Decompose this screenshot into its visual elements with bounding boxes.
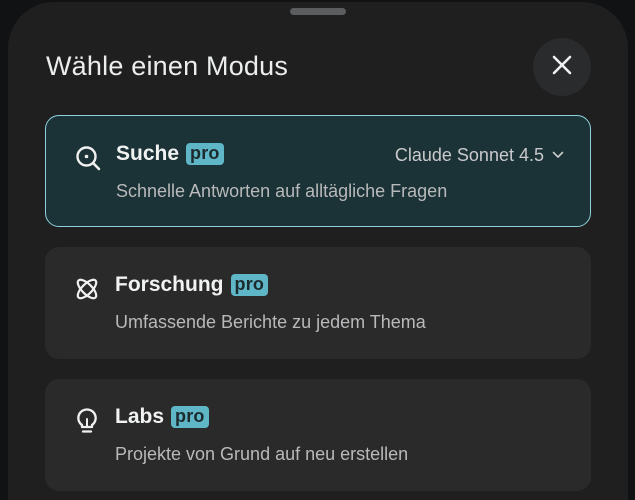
pro-badge: pro	[230, 274, 269, 296]
mode-title: Forschung	[115, 273, 224, 296]
sheet-title: Wähle einen Modus	[46, 51, 289, 81]
mode-card-header: Labs pro	[115, 404, 209, 430]
lightbulb-icon	[73, 407, 101, 435]
screen: Wähle einen Modus Suche pro Claude Sonne…	[0, 0, 635, 500]
chevron-down-icon	[552, 146, 564, 164]
mode-card-search[interactable]: Suche pro Claude Sonnet 4.5 Schnelle Ant…	[45, 115, 591, 227]
mode-card-labs[interactable]: Labs pro Projekte von Grund auf neu erst…	[45, 379, 591, 491]
mode-card-research[interactable]: Forschung pro Umfassende Berichte zu jed…	[45, 247, 591, 359]
mode-card-header: Forschung pro	[115, 272, 269, 298]
pro-badge: pro	[186, 143, 224, 165]
search-icon	[74, 144, 102, 172]
mode-description: Umfassende Berichte zu jedem Thema	[115, 312, 426, 332]
model-dropdown-label: Claude Sonnet 4.5	[394, 145, 544, 165]
mode-description: Projekte von Grund auf neu erstellen	[115, 444, 409, 464]
close-button[interactable]	[533, 38, 591, 96]
mode-title: Labs	[115, 405, 165, 428]
pro-badge: pro	[171, 406, 209, 428]
model-dropdown[interactable]: Claude Sonnet 4.5	[395, 143, 564, 167]
mode-title: Suche	[116, 142, 180, 165]
mode-card-header: Suche pro	[116, 141, 224, 167]
close-icon	[551, 54, 573, 81]
sheet-grabber-handle[interactable]	[290, 8, 346, 15]
research-icon	[73, 275, 101, 303]
mode-description: Schnelle Antworten auf alltägliche Frage…	[116, 181, 448, 201]
